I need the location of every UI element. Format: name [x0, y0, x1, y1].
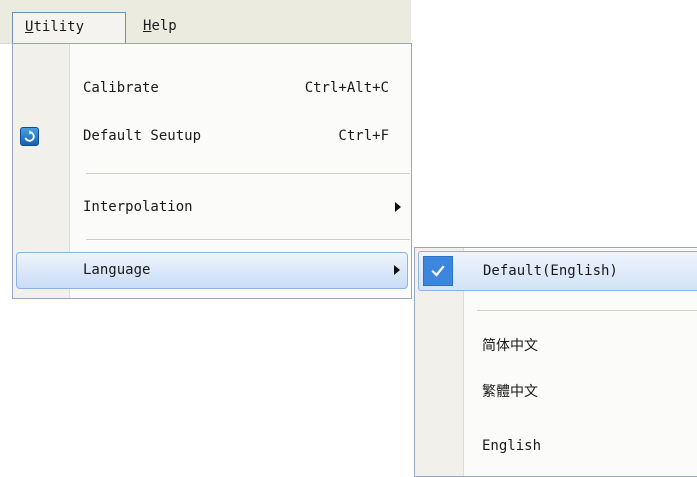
menu-item-language[interactable]: Language	[16, 252, 408, 289]
submenu-item-default-english[interactable]: Default(English)	[418, 251, 697, 291]
submenu-item-label: 繁體中文	[482, 384, 538, 400]
menu-separator	[86, 239, 410, 241]
submenu-arrow-icon	[394, 265, 400, 275]
menu-item-label: Calibrate	[83, 80, 159, 96]
language-submenu: Default(English) 简体中文 繁體中文 English	[414, 247, 697, 477]
menu-item-default-setup[interactable]: Default Seutup Ctrl+F	[13, 117, 411, 155]
menu-item-shortcut: Ctrl+F	[338, 128, 389, 144]
menu-item-interpolation[interactable]: Interpolation	[13, 188, 411, 226]
checkmark-icon	[423, 256, 453, 286]
submenu-separator	[477, 310, 697, 312]
menu-utility[interactable]: Utility	[12, 12, 126, 43]
menu-item-calibrate[interactable]: Calibrate Ctrl+Alt+C	[13, 69, 411, 107]
utility-dropdown: Calibrate Ctrl+Alt+C Default Seutup Ctrl…	[12, 43, 412, 299]
menu-separator	[86, 173, 410, 175]
menu-bar: Utility Help	[0, 0, 411, 44]
menu-item-label: Language	[83, 262, 151, 278]
submenu-item-english[interactable]: English	[415, 426, 697, 466]
menu-item-label: Default Seutup	[83, 128, 202, 144]
submenu-item-simplified-chinese[interactable]: 简体中文	[415, 326, 697, 366]
submenu-item-label: 简体中文	[482, 338, 538, 354]
submenu-item-label: Default(English)	[483, 263, 618, 279]
refresh-icon	[20, 127, 39, 146]
submenu-item-label: English	[482, 438, 542, 454]
menu-help[interactable]: Help	[131, 12, 191, 43]
submenu-arrow-icon	[395, 202, 401, 212]
menu-item-label: Interpolation	[83, 199, 193, 215]
menu-item-shortcut: Ctrl+Alt+C	[304, 80, 389, 96]
menu-utility-label: tility	[33, 19, 85, 35]
menu-help-label: elp	[151, 18, 177, 34]
submenu-item-traditional-chinese[interactable]: 繁體中文	[415, 372, 697, 412]
